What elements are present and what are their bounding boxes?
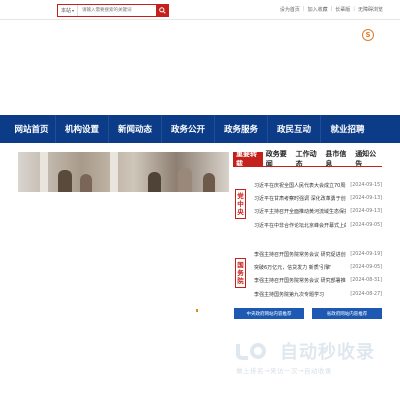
photo-pillar bbox=[40, 152, 48, 192]
news-title[interactable]: 李强主持召开国务院常务会议 研究部署推 bbox=[254, 277, 346, 284]
news-date: [2024-09-13] bbox=[350, 196, 382, 202]
tab-government-news[interactable]: 政务要闻 bbox=[263, 150, 293, 168]
nav-item-employment[interactable]: 就业招聘 bbox=[321, 115, 374, 143]
news-tabs: 重要转载 政务要闻 工作动态 县市信息 通知公告 bbox=[233, 150, 382, 168]
news-photo[interactable] bbox=[18, 152, 229, 192]
add-favorite-link[interactable]: 加入收藏 bbox=[308, 6, 328, 13]
watermark-logo-icon bbox=[236, 343, 266, 360]
news-title[interactable]: 习近平在甘肃考察时强调 深化改革勇于创 bbox=[254, 195, 346, 202]
nav-item-home[interactable]: 网站首页 bbox=[0, 115, 56, 143]
decorative-dot bbox=[196, 309, 198, 312]
tab-work-updates[interactable]: 工作动态 bbox=[293, 150, 323, 168]
search-input[interactable] bbox=[78, 5, 156, 16]
elder-version-link[interactable]: 长辈版 bbox=[335, 6, 350, 13]
list-item[interactable]: 习近平在庆祝全国人民代表大会成立70周年 [2024-09-15] bbox=[254, 179, 382, 192]
divider: | bbox=[302, 6, 305, 12]
news-title[interactable]: 习近平在中非合作论坛北京峰会开幕式上的 bbox=[254, 222, 346, 229]
nav-item-services[interactable]: 政务服务 bbox=[215, 115, 268, 143]
header-banner bbox=[0, 20, 400, 115]
tab-notices[interactable]: 通知公告 bbox=[352, 150, 382, 168]
photo-figure bbox=[148, 172, 161, 192]
news-title[interactable]: 习近平在庆祝全国人民代表大会成立70周年 bbox=[254, 182, 346, 189]
news-date: [2024-09-05] bbox=[350, 222, 382, 228]
recommend-buttons: 中央政府网站内容推荐 省政府网站内容推荐 bbox=[234, 308, 382, 319]
news-date: [2024-09-15] bbox=[350, 183, 382, 189]
watermark: 自动秒收录 做上排名→来访一次→自动收录 bbox=[230, 338, 380, 378]
news-title[interactable]: 突破6万亿元，信贷发力 新质'引擎' bbox=[254, 264, 346, 271]
tab-county-info[interactable]: 县市信息 bbox=[322, 150, 352, 168]
divider: | bbox=[353, 6, 355, 12]
main-content: 重要转载 政务要闻 工作动态 县市信息 通知公告 党中央 习近平在庆祝全国人民代… bbox=[18, 150, 382, 322]
main-nav: 网站首页 机构设置 新闻动态 政务公开 政务服务 政民互动 就业招聘 bbox=[0, 115, 400, 143]
central-gov-link-button[interactable]: 中央政府网站内容推荐 bbox=[234, 308, 304, 319]
chevron-down-icon: ▾ bbox=[72, 8, 75, 13]
nav-item-government-affairs[interactable]: 政务公开 bbox=[162, 115, 215, 143]
elder-mode-icon[interactable]: S bbox=[362, 29, 374, 41]
watermark-title: 自动秒收录 bbox=[280, 342, 375, 363]
search-scope-label: 本站 bbox=[61, 8, 72, 14]
list-item[interactable]: 习近平主持召开全面推动黄河流域生态保护 [2024-09-13] bbox=[254, 205, 382, 218]
photo-figure bbox=[178, 168, 192, 192]
news-title[interactable]: 李强主持国务院第九次专题学习 bbox=[254, 291, 346, 298]
nav-item-news[interactable]: 新闻动态 bbox=[109, 115, 162, 143]
list-item[interactable]: 突破6万亿元，信贷发力 新质'引擎' [2024-09-05] bbox=[254, 261, 382, 274]
list-item[interactable]: 李强主持国务院第九次专题学习 [2024-08-27] bbox=[254, 288, 382, 301]
search-scope-select[interactable]: 本站 ▾ bbox=[58, 5, 79, 16]
nav-item-organization[interactable]: 机构设置 bbox=[56, 115, 109, 143]
list-item[interactable]: 李强主持召开国务院常务会议 研究部署推 [2024-08-31] bbox=[254, 274, 382, 287]
list-item[interactable]: 习近平在中非合作论坛北京峰会开幕式上的 [2024-09-05] bbox=[254, 219, 382, 232]
accessibility-link[interactable]: 无障碍浏览 bbox=[358, 6, 383, 13]
list-item[interactable]: 李强主持召开国务院常务会议 研究促进创 [2024-09-19] bbox=[254, 248, 382, 261]
province-gov-link-button[interactable]: 省政府网站内容推荐 bbox=[312, 308, 382, 319]
divider: | bbox=[330, 6, 333, 12]
state-council-list: 李强主持召开国务院常务会议 研究促进创 [2024-09-19] 突破6万亿元，… bbox=[254, 248, 382, 301]
tab-reprints[interactable]: 重要转载 bbox=[233, 150, 263, 168]
party-central-label: 党中央 bbox=[235, 189, 246, 219]
party-central-list: 习近平在庆祝全国人民代表大会成立70周年 [2024-09-15] 习近平在甘肃… bbox=[254, 179, 382, 232]
news-date: [2024-09-13] bbox=[350, 209, 382, 215]
search-button[interactable] bbox=[156, 5, 168, 16]
news-date: [2024-09-05] bbox=[350, 265, 382, 271]
state-council-label: 国务院 bbox=[235, 258, 246, 288]
search-icon bbox=[158, 7, 166, 14]
set-homepage-link[interactable]: 设为首页 bbox=[280, 6, 300, 13]
top-links: 设为首页 | 加入收藏 | 长辈版 | 无障碍浏览 bbox=[280, 6, 383, 13]
news-date: [2024-08-31] bbox=[350, 278, 382, 284]
photo-figure bbox=[80, 174, 92, 192]
news-title[interactable]: 习近平主持召开全面推动黄河流域生态保护 bbox=[254, 208, 346, 215]
watermark-subtitle: 做上排名→来访一次→自动收录 bbox=[236, 367, 332, 375]
tab-underline bbox=[233, 166, 382, 167]
search-box[interactable]: 本站 ▾ bbox=[57, 4, 169, 17]
news-title[interactable]: 李强主持召开国务院常务会议 研究促进创 bbox=[254, 251, 346, 258]
list-item[interactable]: 习近平在甘肃考察时强调 深化改革勇于创 [2024-09-13] bbox=[254, 192, 382, 205]
photo-pillar bbox=[110, 152, 118, 192]
photo-figure bbox=[203, 173, 215, 192]
top-bar: 本站 ▾ 设为首页 | 加入收藏 | 长辈版 | 无障碍浏览 bbox=[0, 0, 400, 20]
photo-figure bbox=[58, 170, 72, 192]
news-date: [2024-08-27] bbox=[350, 291, 382, 297]
news-date: [2024-09-19] bbox=[350, 252, 382, 258]
nav-item-interaction[interactable]: 政民互动 bbox=[268, 115, 321, 143]
